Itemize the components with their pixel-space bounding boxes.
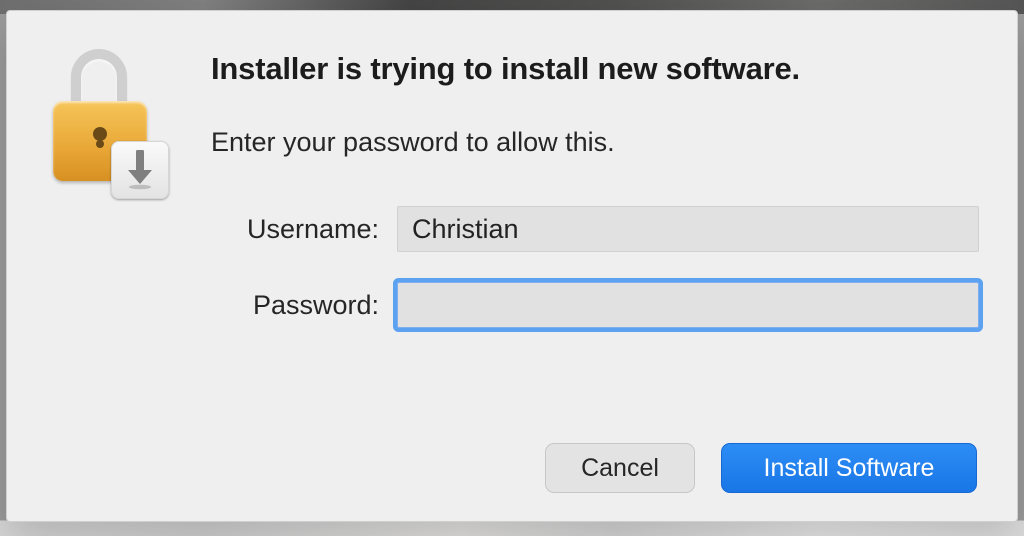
dialog-subtitle: Enter your password to allow this.: [211, 127, 979, 158]
lock-installer-icon: [45, 55, 165, 195]
dialog-title: Installer is trying to install new softw…: [211, 51, 979, 87]
username-row: Username:: [211, 206, 979, 252]
username-label: Username:: [211, 214, 379, 245]
password-input[interactable]: [398, 283, 978, 327]
lock-shackle-icon: [71, 49, 127, 109]
window-bottom-edge: [0, 520, 1024, 536]
install-software-button[interactable]: Install Software: [721, 443, 977, 493]
cancel-button[interactable]: Cancel: [545, 443, 695, 493]
password-label: Password:: [211, 290, 379, 321]
dialog-button-row: Cancel Install Software: [545, 443, 977, 493]
username-input[interactable]: [398, 207, 978, 251]
download-arrow-icon: [122, 150, 158, 190]
auth-dialog: Installer is trying to install new softw…: [6, 10, 1018, 522]
password-row: Password:: [211, 282, 979, 328]
password-field-wrap: [397, 282, 979, 328]
installer-badge-icon: [111, 141, 169, 199]
username-field-wrap: [397, 206, 979, 252]
